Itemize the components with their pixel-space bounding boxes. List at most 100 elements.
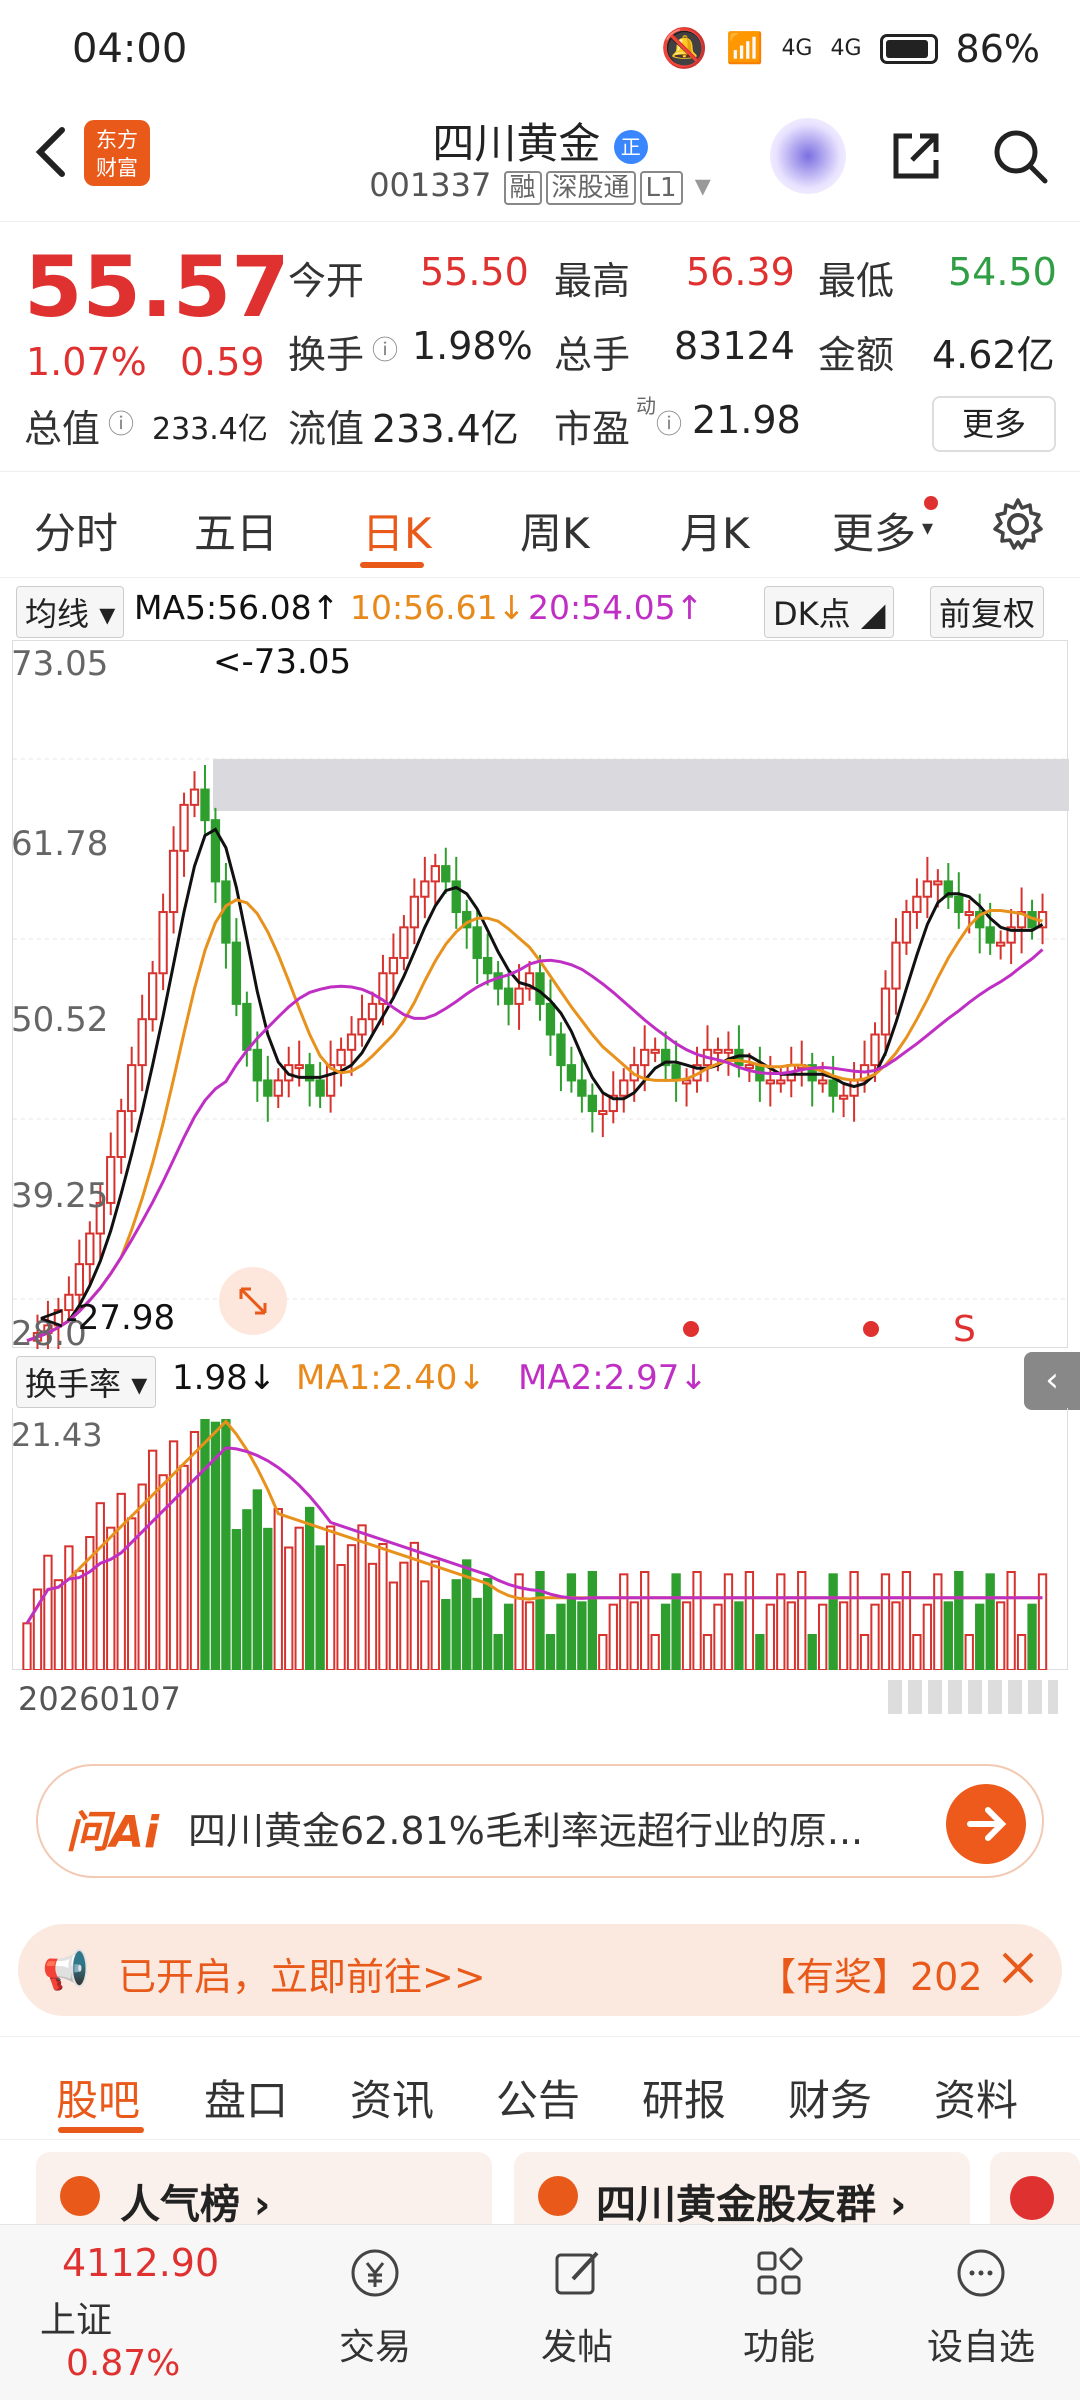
mute-icon: 🔕 <box>660 26 709 70</box>
turnover-bar <box>744 1571 755 1671</box>
tab-research[interactable]: 研报 <box>642 2067 726 2128</box>
index-ticker[interactable]: 4112.90 上证 0.87% <box>18 2241 278 2384</box>
tab-weekly-k[interactable]: 周K <box>520 500 590 561</box>
signal-dot-1 <box>683 1321 699 1337</box>
turnover-bar <box>493 1634 503 1671</box>
tab-monthly-k[interactable]: 月K <box>680 500 750 561</box>
tag-connect: 深股通 <box>545 171 636 205</box>
promo-banner[interactable]: 📢 已开启，立即前往>> 【有奖】202 <box>18 1924 1062 2016</box>
index-change: 0.87% <box>66 2343 181 2384</box>
turnover-bar <box>912 1634 922 1671</box>
tab-orderbook[interactable]: 盘口 <box>204 2067 288 2128</box>
ma10-value: 10:56.61↓ <box>350 588 526 627</box>
close-icon[interactable] <box>988 1938 1048 1998</box>
turnover-bar <box>671 1573 681 1671</box>
info-icon[interactable]: ⓘ <box>372 330 398 367</box>
candle-body <box>964 911 974 917</box>
nav-functions[interactable]: 功能 <box>704 2243 854 2370</box>
stock-code: 001337 <box>369 166 492 204</box>
popularity-card[interactable]: 人气榜 › <box>36 2152 492 2230</box>
turnover-value: 1.98% <box>412 324 533 368</box>
nav-trade[interactable]: 交易 <box>300 2243 450 2370</box>
index-name: 上证 <box>40 2300 113 2341</box>
ai-logo: 问Ai <box>66 1807 160 1858</box>
open-value: 55.50 <box>420 250 529 294</box>
turnover-bar <box>734 1601 744 1671</box>
open-label: 今开 <box>288 259 365 303</box>
info-icon-2[interactable]: ⓘ <box>108 404 134 441</box>
dk-point-button[interactable]: DK点 ◢ <box>764 586 895 638</box>
robot-avatar-icon[interactable] <box>770 118 846 194</box>
tab-news[interactable]: 资讯 <box>350 2067 434 2128</box>
adjust-price-button[interactable]: 前复权 <box>930 586 1045 638</box>
collapse-panel-button[interactable]: ‹ <box>1024 1352 1080 1410</box>
more-quote-button[interactable]: 更多 <box>932 396 1056 452</box>
y-label-4: 39.25 <box>13 1176 108 1216</box>
candle-body <box>891 941 901 990</box>
turnover-bar <box>880 1573 891 1671</box>
tab-financials[interactable]: 财务 <box>788 2067 872 2128</box>
tab-intraday[interactable]: 分时 <box>34 500 118 561</box>
turnover-bar <box>242 1509 252 1671</box>
total-value-label: 总值 <box>24 407 101 451</box>
arrow-right-icon[interactable] <box>946 1784 1026 1864</box>
turnover-bar <box>409 1541 420 1671</box>
turnover-bar <box>524 1601 535 1671</box>
candle-body <box>74 1263 85 1296</box>
promo-text[interactable]: 已开启，立即前往>> <box>118 1946 486 2001</box>
nav-trade-label: 交易 <box>338 2327 411 2368</box>
y-label-3: 50.52 <box>13 1000 108 1040</box>
candle-body <box>556 1033 566 1067</box>
promo-right-text[interactable]: 【有奖】202 <box>758 1946 983 2001</box>
nav-post[interactable]: 发帖 <box>502 2243 652 2370</box>
candle-body <box>598 1110 608 1116</box>
search-icon[interactable] <box>990 126 1050 186</box>
turnover-bar <box>378 1543 388 1671</box>
vs-card[interactable] <box>990 2152 1080 2230</box>
tab-profile[interactable]: 资料 <box>934 2067 1018 2128</box>
candle-body <box>231 941 242 1005</box>
tab-more[interactable]: 更多 <box>832 500 916 561</box>
candle-body <box>912 895 922 914</box>
candle-body <box>441 865 451 883</box>
tab-daily-k[interactable]: 日K <box>362 500 432 561</box>
float-value-label: 流值 <box>288 407 365 451</box>
chevron-down-icon[interactable]: ▾ <box>695 166 711 204</box>
verified-badge: 正 <box>613 129 648 164</box>
nav-add-watchlist[interactable]: 设自选 <box>906 2243 1056 2370</box>
turnover-bar <box>294 1526 304 1672</box>
turnover-selector[interactable]: 换手率 ▾ <box>16 1356 157 1408</box>
turnover-bar <box>975 1603 985 1671</box>
candle-body <box>545 1002 556 1036</box>
tab-five-day[interactable]: 五日 <box>194 500 278 561</box>
settings-gear-icon[interactable] <box>990 496 1046 552</box>
turnover-bar <box>587 1571 598 1671</box>
turnover-bar <box>566 1573 577 1671</box>
info-icon-3[interactable]: ⓘ <box>656 404 682 441</box>
tab-forum[interactable]: 股吧 <box>56 2067 140 2128</box>
candle-body <box>765 1079 775 1085</box>
chat-icon <box>957 2249 1005 2297</box>
turnover-bar <box>828 1573 838 1671</box>
ai-question[interactable]: 四川黄金62.81%毛利率远超行业的原... <box>188 1800 888 1855</box>
indicator-selector[interactable]: 均线 ▾ <box>16 586 125 638</box>
candle-body <box>566 1064 577 1082</box>
candle-body <box>420 880 430 898</box>
ma5-line <box>26 827 1044 1343</box>
tab-announcements[interactable]: 公告 <box>496 2067 580 2128</box>
candle-body <box>870 1033 880 1067</box>
turnover-bar <box>985 1573 995 1671</box>
candle-body <box>294 1064 304 1070</box>
turnover-bar <box>943 1601 953 1671</box>
candlestick-chart[interactable]: 73.05 61.78 50.52 39.25 28.0 <-73.05 <-2… <box>11 640 1069 1358</box>
expand-chart-icon[interactable] <box>219 1267 287 1335</box>
turnover-bar <box>399 1561 409 1672</box>
turnover-chart[interactable]: 21.43 <box>11 1408 1068 1672</box>
share-icon[interactable] <box>886 126 946 186</box>
turnover-bar <box>901 1571 912 1671</box>
ask-ai-bar[interactable]: 问Ai 四川黄金62.81%毛利率远超行业的原... <box>36 1764 1044 1878</box>
turnover-bar <box>367 1562 378 1671</box>
float-value: 233.4亿 <box>372 407 519 451</box>
group-chat-card[interactable]: 四川黄金股友群 › <box>514 2152 970 2230</box>
candle-body <box>189 788 200 806</box>
